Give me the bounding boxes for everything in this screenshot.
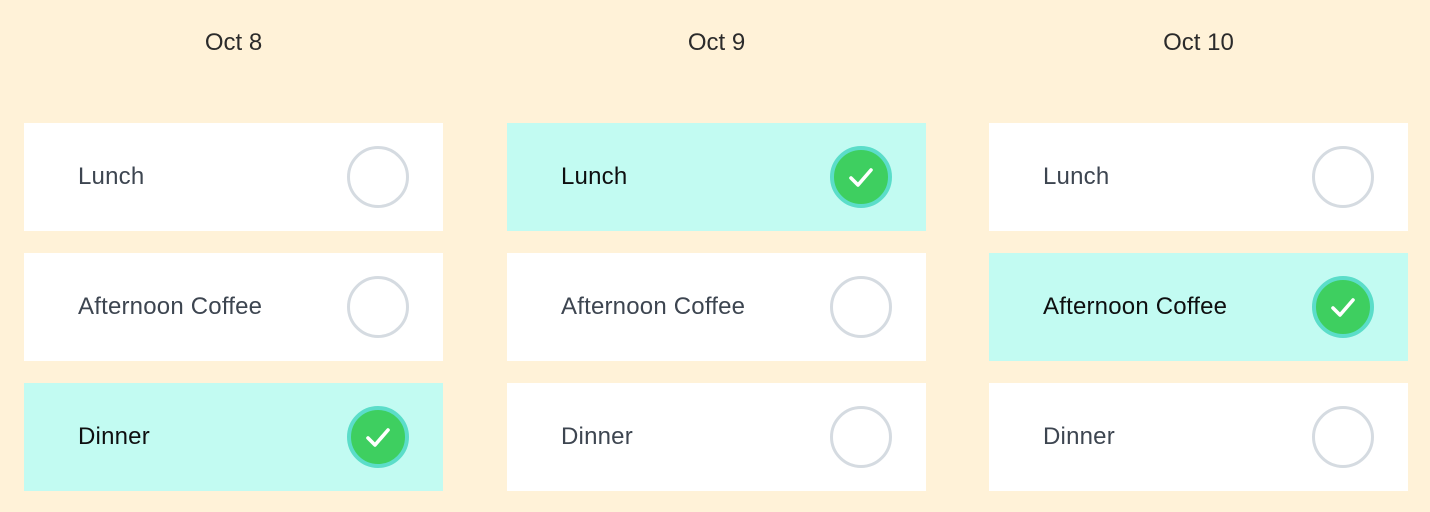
meal-option-label: Lunch xyxy=(78,163,145,190)
empty-radio-icon[interactable] xyxy=(830,406,892,468)
meal-option-dinner[interactable]: Dinner xyxy=(507,383,926,491)
meal-option-label: Dinner xyxy=(561,423,633,450)
meal-option-label: Lunch xyxy=(1043,163,1110,190)
day-date-header: Oct 10 xyxy=(1163,29,1234,56)
selected-check-icon[interactable] xyxy=(347,406,409,468)
meal-option-label: Lunch xyxy=(561,163,628,190)
checkmark-icon xyxy=(1331,298,1355,317)
selected-check-icon[interactable] xyxy=(1312,276,1374,338)
day-date-header: Oct 9 xyxy=(687,29,746,56)
empty-radio-icon[interactable] xyxy=(347,146,409,208)
empty-radio-icon[interactable] xyxy=(1312,406,1374,468)
meal-option-lunch[interactable]: Lunch xyxy=(507,123,926,231)
empty-radio-icon[interactable] xyxy=(830,276,892,338)
meal-option-label: Afternoon Coffee xyxy=(1043,293,1228,320)
empty-radio-icon[interactable] xyxy=(347,276,409,338)
meal-option-afternoon-coffee[interactable]: Afternoon Coffee xyxy=(24,253,443,361)
checkmark-icon xyxy=(849,168,873,187)
day-date-header: Oct 8 xyxy=(204,29,263,56)
meal-option-label: Afternoon Coffee xyxy=(78,293,263,320)
meal-option-label: Afternoon Coffee xyxy=(561,293,746,320)
selected-check-icon[interactable] xyxy=(830,146,892,208)
empty-radio-icon[interactable] xyxy=(1312,146,1374,208)
meal-option-afternoon-coffee[interactable]: Afternoon Coffee xyxy=(989,253,1408,361)
meal-option-dinner[interactable]: Dinner xyxy=(989,383,1408,491)
checkmark-icon xyxy=(366,428,390,447)
meal-option-lunch[interactable]: Lunch xyxy=(989,123,1408,231)
meal-option-label: Dinner xyxy=(78,423,150,450)
meal-option-label: Dinner xyxy=(1043,423,1115,450)
meal-option-afternoon-coffee[interactable]: Afternoon Coffee xyxy=(507,253,926,361)
meal-option-lunch[interactable]: Lunch xyxy=(24,123,443,231)
meal-option-dinner[interactable]: Dinner xyxy=(24,383,443,491)
